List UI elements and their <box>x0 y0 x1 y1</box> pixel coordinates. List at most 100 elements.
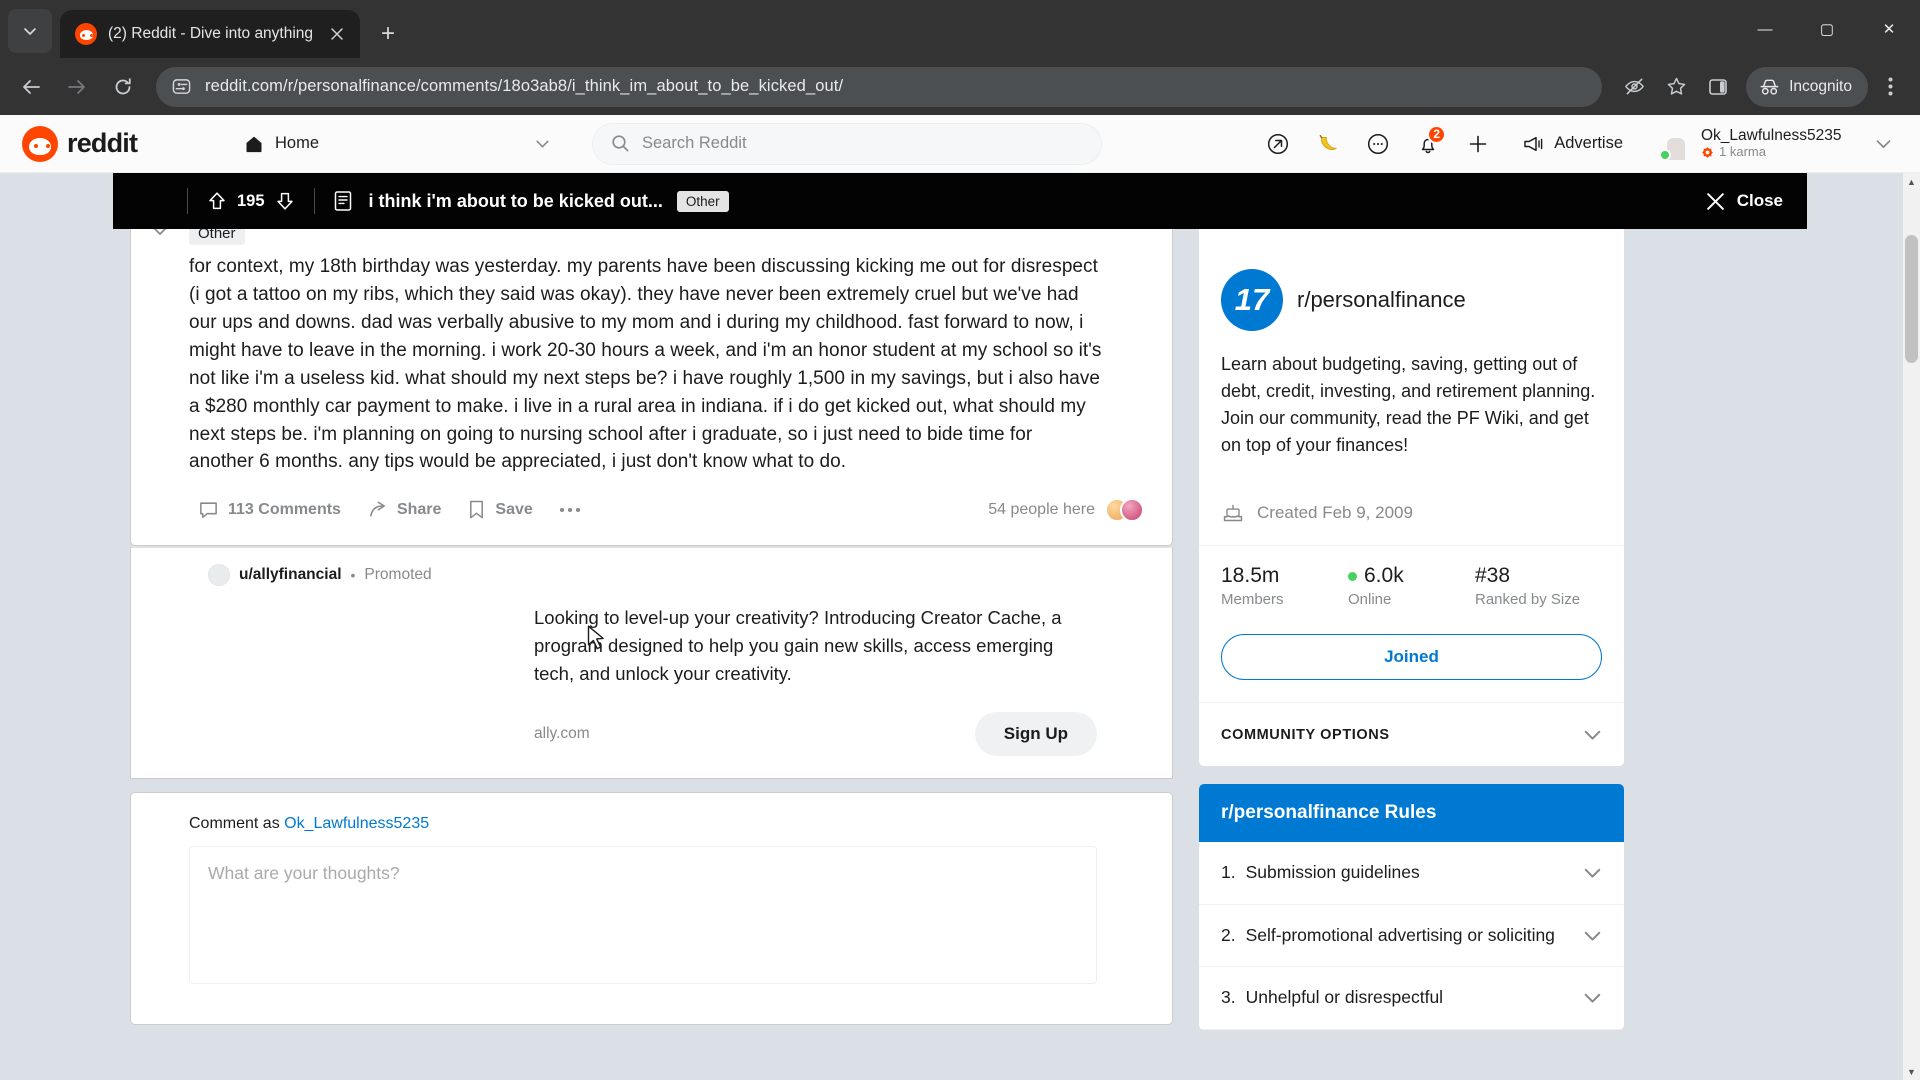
rule-item[interactable]: 1. Submission guidelines <box>1199 842 1624 905</box>
rule-item[interactable]: 2. Self-promotional advertising or solic… <box>1199 905 1624 968</box>
karma-value: 1 karma <box>1719 144 1766 160</box>
online-dot-icon <box>1348 571 1357 581</box>
more-options-button[interactable] <box>550 500 590 520</box>
rules-card: r/personalfinance Rules 1. Submission gu… <box>1199 784 1624 1030</box>
separator-dot: • <box>350 567 356 584</box>
close-overlay-button[interactable]: Close <box>1705 191 1783 212</box>
bookmark-star-icon[interactable] <box>1656 67 1696 107</box>
scroll-up-arrow[interactable]: ▲ <box>1903 173 1920 190</box>
stat-rank: #38 Ranked by Size <box>1475 564 1602 608</box>
joined-button[interactable]: Joined <box>1221 634 1602 680</box>
online-status-dot <box>1659 148 1671 161</box>
post-type-icon <box>333 190 353 212</box>
minimize-button[interactable]: — <box>1734 0 1796 58</box>
main-column: Other for context, my 18th birthday was … <box>130 209 1173 1030</box>
ad-username[interactable]: u/allyfinancial <box>239 566 342 584</box>
subreddit-description: Learn about budgeting, saving, getting o… <box>1221 354 1596 455</box>
reddit-logo[interactable]: reddit <box>22 125 232 162</box>
community-dropdown[interactable]: Home <box>232 123 562 165</box>
browser-tab-strip: (2) Reddit - Dive into anything + — ▢ ✕ <box>0 0 1920 58</box>
search-icon <box>611 134 630 153</box>
reddit-header: reddit Home Search Reddit 2 Advertise Ok… <box>0 115 1920 173</box>
tab-title: (2) Reddit - Dive into anything <box>108 25 314 42</box>
incognito-label: Incognito <box>1789 77 1852 95</box>
new-tab-button[interactable]: + <box>370 16 406 52</box>
scrollbar-thumb[interactable] <box>1905 235 1918 363</box>
search-input[interactable]: Search Reddit <box>592 122 1102 165</box>
karma-label: 1 karma <box>1701 144 1841 160</box>
save-button[interactable]: Save <box>458 492 541 527</box>
close-icon <box>1705 191 1726 212</box>
close-tab-icon[interactable] <box>326 23 348 45</box>
address-bar[interactable]: reddit.com/r/personalfinance/comments/18… <box>156 66 1603 107</box>
overlay-post-title: i think i'm about to be kicked out... <box>368 190 663 211</box>
rule-text: Self-promotional advertising or soliciti… <box>1245 924 1555 945</box>
ad-signup-button[interactable]: Sign Up <box>974 711 1097 756</box>
reddit-favicon <box>75 23 97 45</box>
avatar <box>1659 129 1691 161</box>
page-scrollbar[interactable]: ▲ ▼ <box>1903 173 1920 1080</box>
chrome-menu-icon[interactable] <box>1870 67 1910 107</box>
comment-as-username[interactable]: Ok_Lawfulness5235 <box>284 815 429 832</box>
rule-item[interactable]: 3. Unhelpful or disrespectful <box>1199 967 1624 1030</box>
comment-composer: Comment as Ok_Lawfulness5235 What are yo… <box>130 791 1173 1025</box>
chevron-down-icon <box>1583 725 1602 744</box>
subreddit-name[interactable]: r/personalfinance <box>1297 287 1466 313</box>
share-button[interactable]: Share <box>358 492 450 527</box>
browser-window: (2) Reddit - Dive into anything + — ▢ ✕ … <box>0 0 1920 1080</box>
reddit-logo-text: reddit <box>67 128 138 158</box>
ad-url[interactable]: ally.com <box>534 725 590 743</box>
back-button[interactable] <box>10 66 52 108</box>
tracking-protection-icon[interactable] <box>1614 67 1654 107</box>
post-overlay-bar: 195 i think i'm about to be kicked out..… <box>113 173 1807 229</box>
post-card: Other for context, my 18th birthday was … <box>130 209 1173 547</box>
ad-header: u/allyfinancial • Promoted <box>131 548 1172 587</box>
rule-text: Submission guidelines <box>1245 862 1420 882</box>
downvote-icon[interactable] <box>274 190 296 212</box>
browser-tab[interactable]: (2) Reddit - Dive into anything <box>60 10 360 58</box>
create-post-icon[interactable] <box>1458 124 1498 164</box>
forward-button[interactable] <box>56 66 98 108</box>
popular-icon[interactable] <box>1258 124 1298 164</box>
side-panel-icon[interactable] <box>1698 67 1738 107</box>
rule-number: 3. <box>1221 987 1236 1008</box>
banana-icon[interactable] <box>1308 124 1348 164</box>
community-options-row[interactable]: COMMUNITY OPTIONS <box>1199 702 1624 766</box>
close-label: Close <box>1736 191 1783 210</box>
chevron-down-icon <box>1583 988 1602 1007</box>
comment-textarea[interactable]: What are your thoughts? <box>189 845 1097 984</box>
toolbar-icons: Incognito <box>1614 66 1910 107</box>
cake-icon <box>1221 501 1245 525</box>
comments-button[interactable]: 113 Comments <box>189 492 350 527</box>
maximize-button[interactable]: ▢ <box>1796 0 1858 58</box>
site-settings-icon[interactable] <box>172 77 191 96</box>
comments-count-label: 113 Comments <box>228 500 341 518</box>
incognito-indicator[interactable]: Incognito <box>1746 66 1868 107</box>
page-content: 195 i think i'm about to be kicked out..… <box>0 173 1920 1080</box>
online-value: 6.0k <box>1364 564 1404 587</box>
promoted-label: Promoted <box>364 566 432 584</box>
subreddit-icon: 17 <box>1221 269 1283 331</box>
notifications-icon[interactable]: 2 <box>1408 124 1448 164</box>
advertise-button[interactable]: Advertise <box>1508 125 1637 163</box>
ellipsis-icon <box>559 507 581 513</box>
post-body-text: for context, my 18th birthday was yester… <box>189 256 1102 473</box>
save-label: Save <box>495 500 533 518</box>
promoted-ad-card: u/allyfinancial • Promoted Looking to le… <box>130 547 1173 779</box>
chevron-down-icon <box>1583 863 1602 882</box>
chevron-down-icon <box>535 136 550 151</box>
rule-number: 2. <box>1221 924 1236 945</box>
ad-footer: ally.com Sign Up <box>131 688 1172 778</box>
ad-avatar <box>208 564 230 587</box>
reload-button[interactable] <box>102 66 144 108</box>
url-text: reddit.com/r/personalfinance/comments/18… <box>205 77 844 95</box>
search-placeholder: Search Reddit <box>642 134 747 152</box>
tab-search-button[interactable] <box>8 9 52 53</box>
chat-icon[interactable] <box>1358 124 1398 164</box>
community-info-card: 17 r/personalfinance Learn about budgeti… <box>1199 209 1624 766</box>
upvote-icon[interactable] <box>206 190 228 212</box>
user-menu[interactable]: Ok_Lawfulness5235 1 karma <box>1653 121 1898 167</box>
scroll-down-arrow[interactable]: ▼ <box>1903 1063 1920 1080</box>
rule-text: Unhelpful or disrespectful <box>1245 987 1444 1008</box>
close-window-button[interactable]: ✕ <box>1858 0 1920 58</box>
